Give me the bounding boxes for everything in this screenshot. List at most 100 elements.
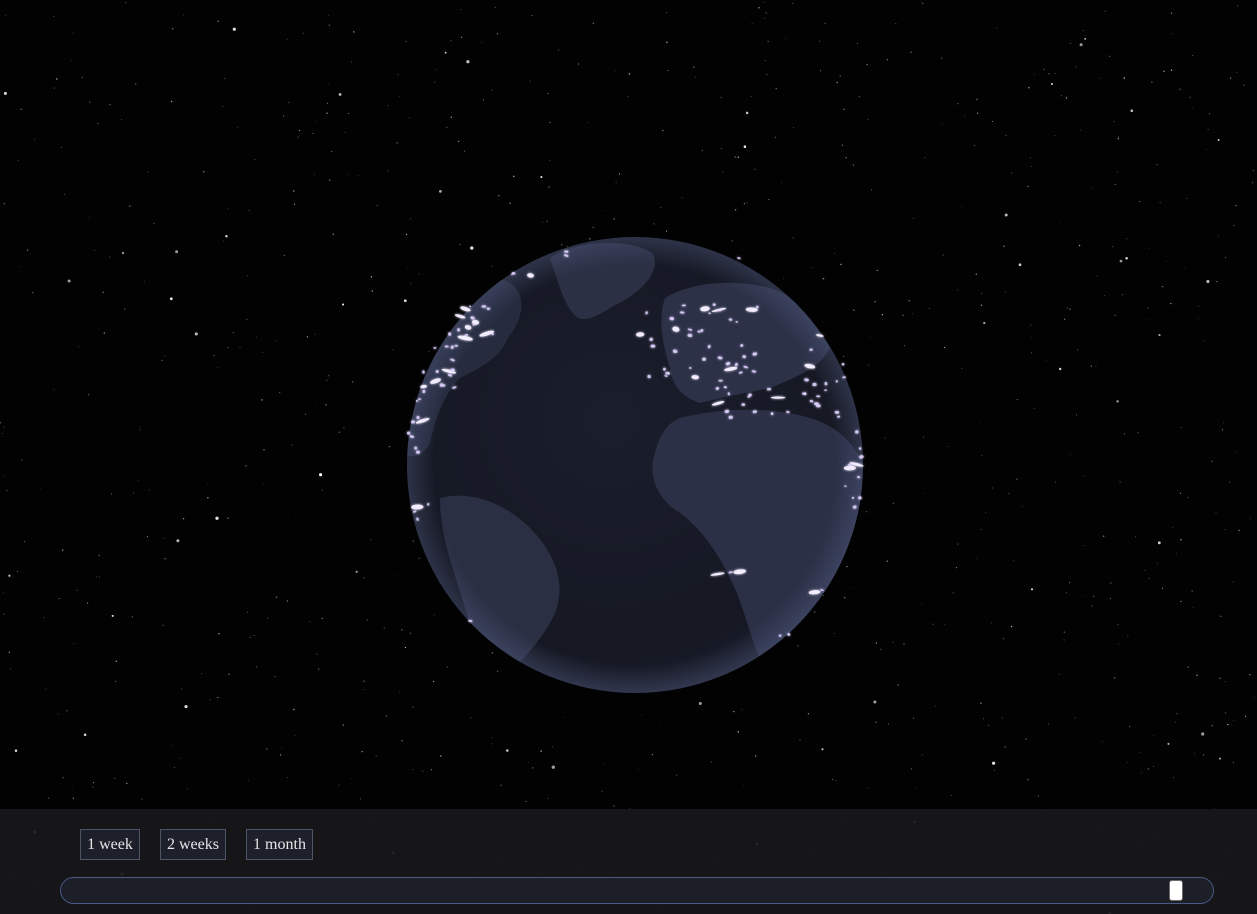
star	[743, 202, 746, 205]
star	[262, 352, 264, 353]
star	[659, 724, 660, 726]
star	[1126, 761, 1128, 763]
globe-viewport[interactable]	[0, 0, 1257, 914]
star	[281, 747, 283, 748]
star	[1002, 637, 1005, 640]
timeline-slider-thumb[interactable]	[1168, 880, 1183, 901]
star	[1031, 166, 1032, 167]
star	[253, 634, 255, 636]
star	[141, 798, 143, 800]
star	[1027, 779, 1029, 781]
star	[227, 517, 229, 519]
star	[125, 2, 127, 4]
star	[392, 349, 394, 351]
star	[1161, 587, 1164, 590]
star	[1140, 772, 1142, 774]
star	[924, 157, 926, 158]
activity-marker	[824, 389, 827, 392]
star	[1194, 753, 1196, 755]
star	[401, 740, 403, 742]
star	[81, 76, 83, 78]
star	[1079, 43, 1083, 47]
star	[1103, 295, 1105, 296]
star	[734, 156, 736, 158]
star	[941, 57, 943, 59]
star	[592, 22, 594, 24]
star	[275, 596, 278, 598]
star	[922, 2, 924, 5]
star	[294, 734, 296, 737]
star	[1249, 673, 1251, 676]
star	[326, 102, 329, 104]
star	[1126, 238, 1128, 240]
star	[942, 254, 944, 256]
star	[1046, 359, 1048, 361]
star	[884, 437, 886, 439]
star	[305, 413, 307, 415]
star	[1054, 135, 1056, 136]
star	[353, 31, 355, 33]
star	[1201, 732, 1205, 736]
star	[990, 622, 992, 624]
star	[328, 375, 330, 377]
star	[767, 40, 769, 42]
star	[1043, 68, 1045, 70]
star	[675, 774, 678, 776]
star	[466, 60, 470, 64]
star	[302, 32, 304, 34]
timeline-controls: 1 week 2 weeks 1 month	[0, 809, 1257, 914]
star	[98, 576, 100, 578]
star	[1147, 307, 1149, 309]
range-1-month-button[interactable]: 1 month	[246, 829, 313, 860]
star	[313, 173, 315, 175]
star	[217, 696, 219, 699]
star	[1229, 481, 1231, 483]
star	[131, 616, 134, 618]
timeline-slider-track[interactable]	[60, 877, 1214, 904]
star	[232, 332, 234, 334]
earth-globe[interactable]	[400, 228, 870, 698]
star	[766, 74, 768, 76]
star	[1172, 526, 1174, 528]
star	[774, 136, 777, 139]
star	[331, 150, 333, 153]
star	[213, 355, 215, 357]
star	[16, 570, 18, 572]
star	[1114, 677, 1116, 679]
activity-marker	[433, 346, 437, 349]
star	[227, 346, 229, 349]
star	[1112, 246, 1114, 248]
star	[1224, 712, 1227, 714]
star	[1147, 768, 1149, 770]
star	[1123, 77, 1126, 79]
star	[867, 119, 869, 121]
star	[83, 733, 87, 737]
star	[1211, 460, 1213, 462]
star	[115, 680, 117, 683]
range-2-weeks-button[interactable]: 2 weeks	[160, 829, 226, 860]
star	[1203, 754, 1205, 756]
star	[527, 761, 529, 763]
star	[764, 60, 766, 62]
range-1-week-button[interactable]: 1 week	[80, 829, 140, 860]
star	[1110, 582, 1112, 584]
star	[1139, 751, 1141, 753]
star	[750, 95, 752, 97]
star	[1084, 37, 1087, 40]
star	[148, 489, 150, 491]
star	[1250, 517, 1251, 519]
star	[375, 755, 377, 757]
activity-marker	[816, 404, 821, 408]
activity-marker	[841, 362, 845, 366]
star	[248, 209, 250, 212]
star	[239, 346, 241, 348]
star	[1011, 172, 1013, 174]
star	[1082, 595, 1084, 597]
star	[1223, 422, 1225, 424]
star	[133, 492, 135, 494]
star	[498, 195, 500, 197]
star	[1176, 553, 1177, 554]
star	[969, 750, 971, 752]
star	[327, 83, 329, 85]
star	[1101, 741, 1103, 742]
